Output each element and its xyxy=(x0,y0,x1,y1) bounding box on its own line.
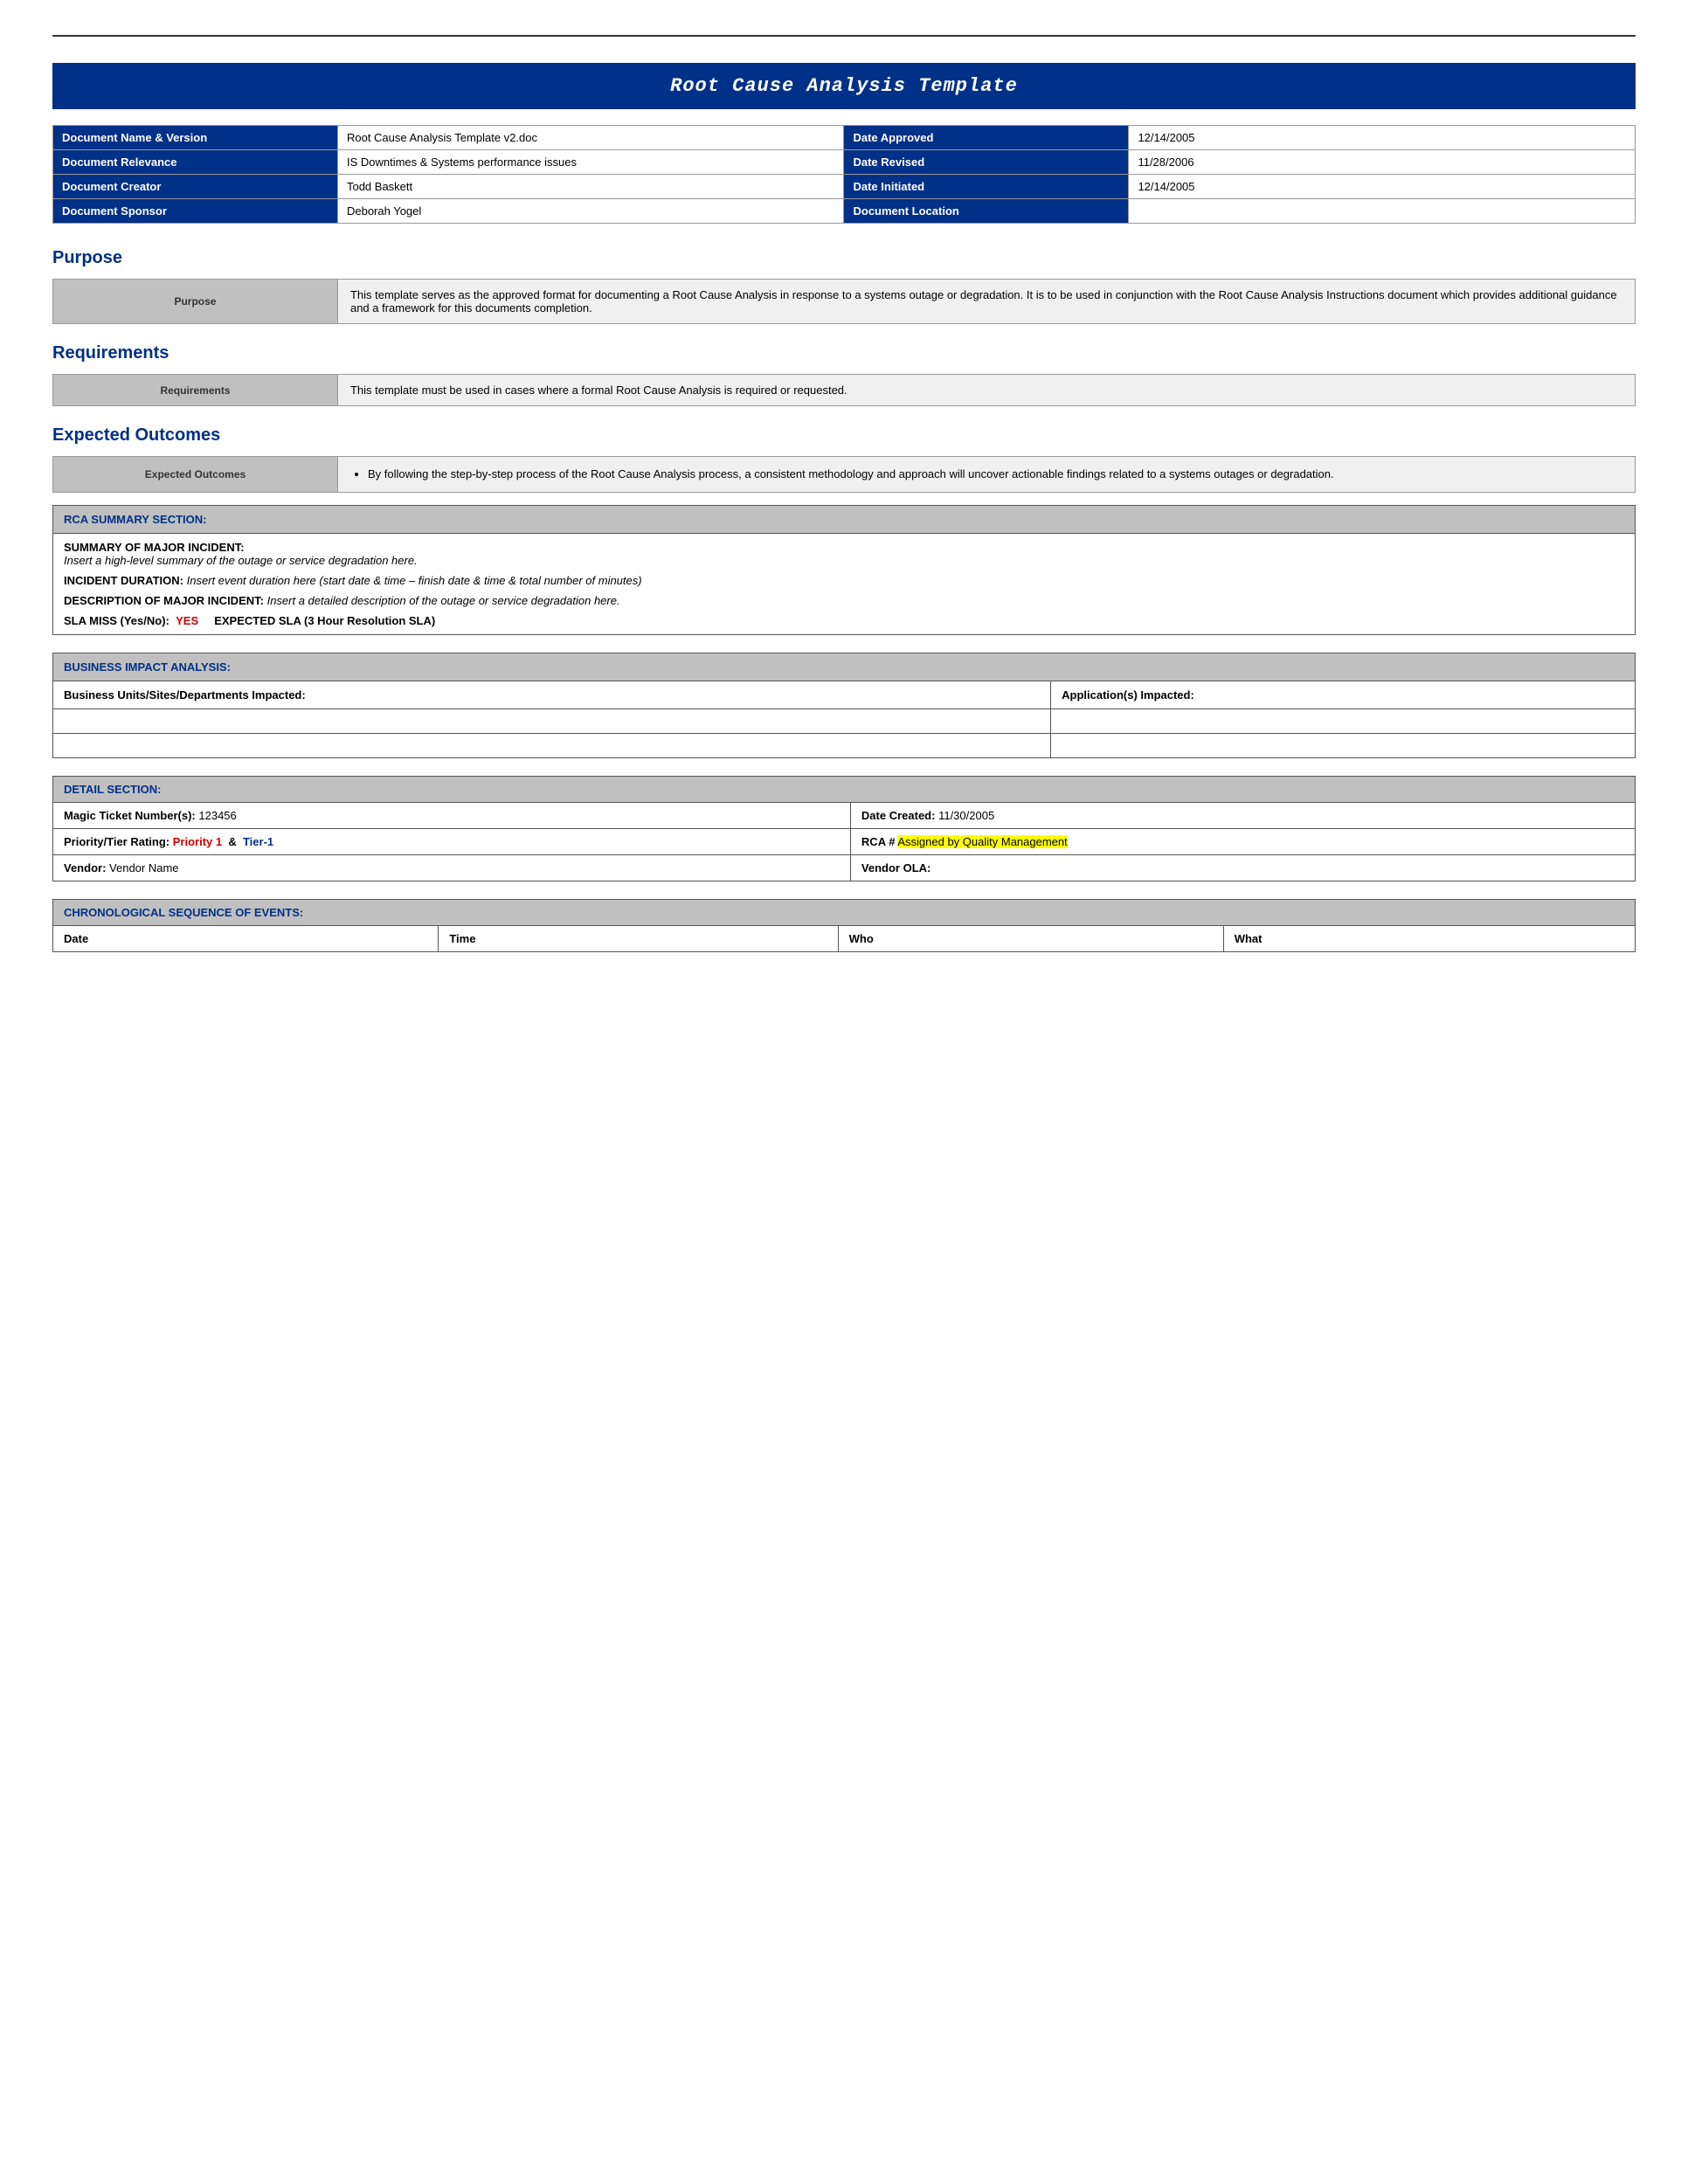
header-right-value-2: 12/14/2005 xyxy=(1129,175,1636,199)
header-left-label-0: Document Name & Version xyxy=(53,126,338,150)
header-left-label-3: Document Sponsor xyxy=(53,199,338,224)
expected-outcomes-bullet: By following the step-by-step process of… xyxy=(368,466,1622,483)
priority-separator: & xyxy=(228,835,236,848)
page-title-bar: Root Cause Analysis Template xyxy=(52,63,1636,109)
page-title: Root Cause Analysis Template xyxy=(70,75,1618,97)
header-left-value-0: Root Cause Analysis Template v2.doc xyxy=(337,126,844,150)
priority-label: Priority/Tier Rating: xyxy=(64,835,169,848)
chrono-col-time: Time xyxy=(439,925,838,951)
magic-ticket-cell: Magic Ticket Number(s): 123456 xyxy=(53,802,851,828)
header-right-value-1: 11/28/2006 xyxy=(1129,150,1636,175)
magic-ticket-value: 123456 xyxy=(198,809,236,822)
rca-value: Assigned by Quality Management xyxy=(897,835,1067,848)
date-created-label: Date Created: xyxy=(861,809,936,822)
header-right-value-0: 12/14/2005 xyxy=(1129,126,1636,150)
rca-summary-header: RCA SUMMARY SECTION: xyxy=(53,505,1636,533)
header-right-label-1: Date Revised xyxy=(844,150,1129,175)
expected-outcomes-heading: Expected Outcomes xyxy=(52,425,1636,446)
purpose-heading: Purpose xyxy=(52,248,1636,268)
chrono-col-date: Date xyxy=(53,925,439,951)
header-right-label-3: Document Location xyxy=(844,199,1129,224)
vendor-label: Vendor: xyxy=(64,861,106,874)
header-left-label-1: Document Relevance xyxy=(53,150,338,175)
purpose-label: Purpose xyxy=(53,280,338,324)
vendor-cell: Vendor: Vendor Name xyxy=(53,854,851,881)
requirements-table: Requirements This template must be used … xyxy=(52,374,1636,406)
vendor-ola-cell: Vendor OLA: xyxy=(850,854,1635,881)
incident-duration-label: INCIDENT DURATION: xyxy=(64,574,183,587)
sla-miss-value: YES xyxy=(176,614,198,627)
bi-empty-row-1-col1 xyxy=(53,708,1051,733)
header-left-value-1: IS Downtimes & Systems performance issue… xyxy=(337,150,844,175)
requirements-heading: Requirements xyxy=(52,343,1636,363)
bi-col2-header: Application(s) Impacted: xyxy=(1051,681,1636,708)
purpose-table: Purpose This template serves as the appr… xyxy=(52,279,1636,324)
header-row-2: Document Creator Todd Baskett Date Initi… xyxy=(53,175,1636,199)
chrono-section-header: CHRONOLOGICAL SEQUENCE OF EVENTS: xyxy=(53,899,1636,925)
rca-summary-table: RCA SUMMARY SECTION: SUMMARY OF MAJOR IN… xyxy=(52,505,1636,635)
priority-cell: Priority/Tier Rating: Priority 1 & Tier-… xyxy=(53,828,851,854)
bi-col1-header: Business Units/Sites/Departments Impacte… xyxy=(53,681,1051,708)
sla-miss-label: SLA MISS (Yes/No): xyxy=(64,614,169,627)
bi-empty-row-2-col2 xyxy=(1051,733,1636,757)
header-left-label-2: Document Creator xyxy=(53,175,338,199)
summary-major-incident-text: Insert a high-level summary of the outag… xyxy=(64,554,418,567)
purpose-text: This template serves as the approved for… xyxy=(337,280,1635,324)
detail-section-header: DETAIL SECTION: xyxy=(53,776,1636,802)
header-info-table: Document Name & Version Root Cause Analy… xyxy=(52,125,1636,224)
expected-sla-text: EXPECTED SLA (3 Hour Resolution SLA) xyxy=(214,614,435,627)
tier-value: Tier-1 xyxy=(243,835,273,848)
description-label: DESCRIPTION OF MAJOR INCIDENT: xyxy=(64,594,264,607)
expected-outcomes-label: Expected Outcomes xyxy=(53,457,338,493)
incident-duration-text: Insert event duration here (start date &… xyxy=(187,574,642,587)
bi-empty-row-1-col2 xyxy=(1051,708,1636,733)
description-text: Insert a detailed description of the out… xyxy=(267,594,620,607)
detail-section-table: DETAIL SECTION: Magic Ticket Number(s): … xyxy=(52,776,1636,881)
header-right-value-3 xyxy=(1129,199,1636,224)
magic-ticket-label: Magic Ticket Number(s): xyxy=(64,809,196,822)
rca-summary-body: SUMMARY OF MAJOR INCIDENT: Insert a high… xyxy=(53,533,1636,634)
header-left-value-2: Todd Baskett xyxy=(337,175,844,199)
header-row-0: Document Name & Version Root Cause Analy… xyxy=(53,126,1636,150)
top-divider xyxy=(52,35,1636,37)
summary-major-incident-label: SUMMARY OF MAJOR INCIDENT: xyxy=(64,541,245,554)
requirements-label: Requirements xyxy=(53,375,338,406)
bi-section-header: BUSINESS IMPACT ANALYSIS: xyxy=(53,653,1636,681)
rca-label: RCA # xyxy=(861,835,896,848)
header-right-label-0: Date Approved xyxy=(844,126,1129,150)
rca-cell: RCA # Assigned by Quality Management xyxy=(850,828,1635,854)
header-right-label-2: Date Initiated xyxy=(844,175,1129,199)
requirements-text: This template must be used in cases wher… xyxy=(337,375,1635,406)
priority-value: Priority 1 xyxy=(173,835,222,848)
expected-outcomes-table: Expected Outcomes By following the step-… xyxy=(52,456,1636,493)
chrono-col-who: Who xyxy=(838,925,1223,951)
chrono-col-what: What xyxy=(1223,925,1635,951)
header-row-3: Document Sponsor Deborah Yogel Document … xyxy=(53,199,1636,224)
vendor-value: Vendor Name xyxy=(109,861,179,874)
header-left-value-3: Deborah Yogel xyxy=(337,199,844,224)
expected-outcomes-content: By following the step-by-step process of… xyxy=(337,457,1635,493)
date-created-cell: Date Created: 11/30/2005 xyxy=(850,802,1635,828)
header-row-1: Document Relevance IS Downtimes & System… xyxy=(53,150,1636,175)
vendor-ola-label: Vendor OLA: xyxy=(861,861,930,874)
chronological-table: CHRONOLOGICAL SEQUENCE OF EVENTS: Date T… xyxy=(52,899,1636,952)
business-impact-table: BUSINESS IMPACT ANALYSIS: Business Units… xyxy=(52,653,1636,758)
date-created-value: 11/30/2005 xyxy=(938,809,994,822)
bi-empty-row-2-col1 xyxy=(53,733,1051,757)
